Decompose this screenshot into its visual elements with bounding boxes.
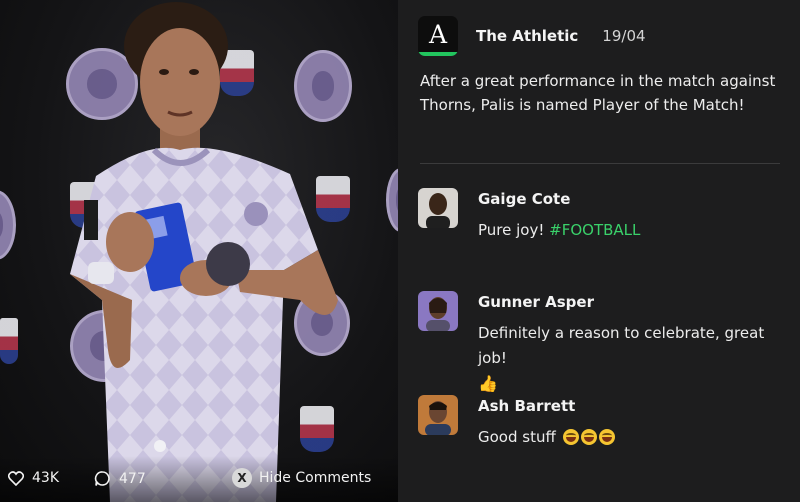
heart-icon [8, 470, 24, 486]
comment-text: Definitely a reason to celebrate, great … [478, 324, 765, 393]
comments-count: 477 [119, 470, 146, 487]
hide-comments-label: Hide Comments [259, 470, 372, 486]
post-author[interactable]: The Athletic [476, 27, 578, 45]
x-button-icon: X [232, 468, 252, 488]
grin-emoji-icon [598, 429, 615, 445]
grin-emoji-icon [562, 429, 579, 445]
likes-stat[interactable]: 43K [8, 470, 59, 486]
comments-stat[interactable]: 477 [94, 470, 146, 487]
comment-text: Pure joy! #FOOTBALL [478, 221, 641, 239]
divider [420, 163, 780, 164]
comment-bubble-icon [94, 470, 111, 487]
the-athletic-logo[interactable]: A [418, 16, 458, 56]
post-date: 19/04 [602, 27, 646, 45]
avatar[interactable] [418, 395, 458, 435]
comment-author[interactable]: Ash Barrett [478, 397, 575, 415]
post-photo: 43K 477 X Hide Comments [0, 0, 398, 502]
post-header: A The Athletic 19/04 [418, 16, 646, 56]
avatar[interactable] [418, 291, 458, 331]
player-figure [70, 2, 338, 502]
comments-panel: A The Athletic 19/04 After a great perfo… [398, 0, 800, 502]
thumbs-up-emoji: 👍 [478, 374, 498, 393]
post-body: After a great performance in the match a… [420, 72, 776, 114]
comment-author[interactable]: Gunner Asper [478, 293, 594, 311]
comment-text: Good stuff [478, 425, 790, 450]
hide-comments-button[interactable]: X Hide Comments [232, 468, 371, 488]
likes-count: 43K [32, 470, 59, 486]
grin-emoji-icon [580, 429, 597, 445]
comment-author[interactable]: Gaige Cote [478, 190, 570, 208]
avatar[interactable] [418, 188, 458, 228]
hashtag-link[interactable]: #FOOTBALL [549, 221, 640, 239]
